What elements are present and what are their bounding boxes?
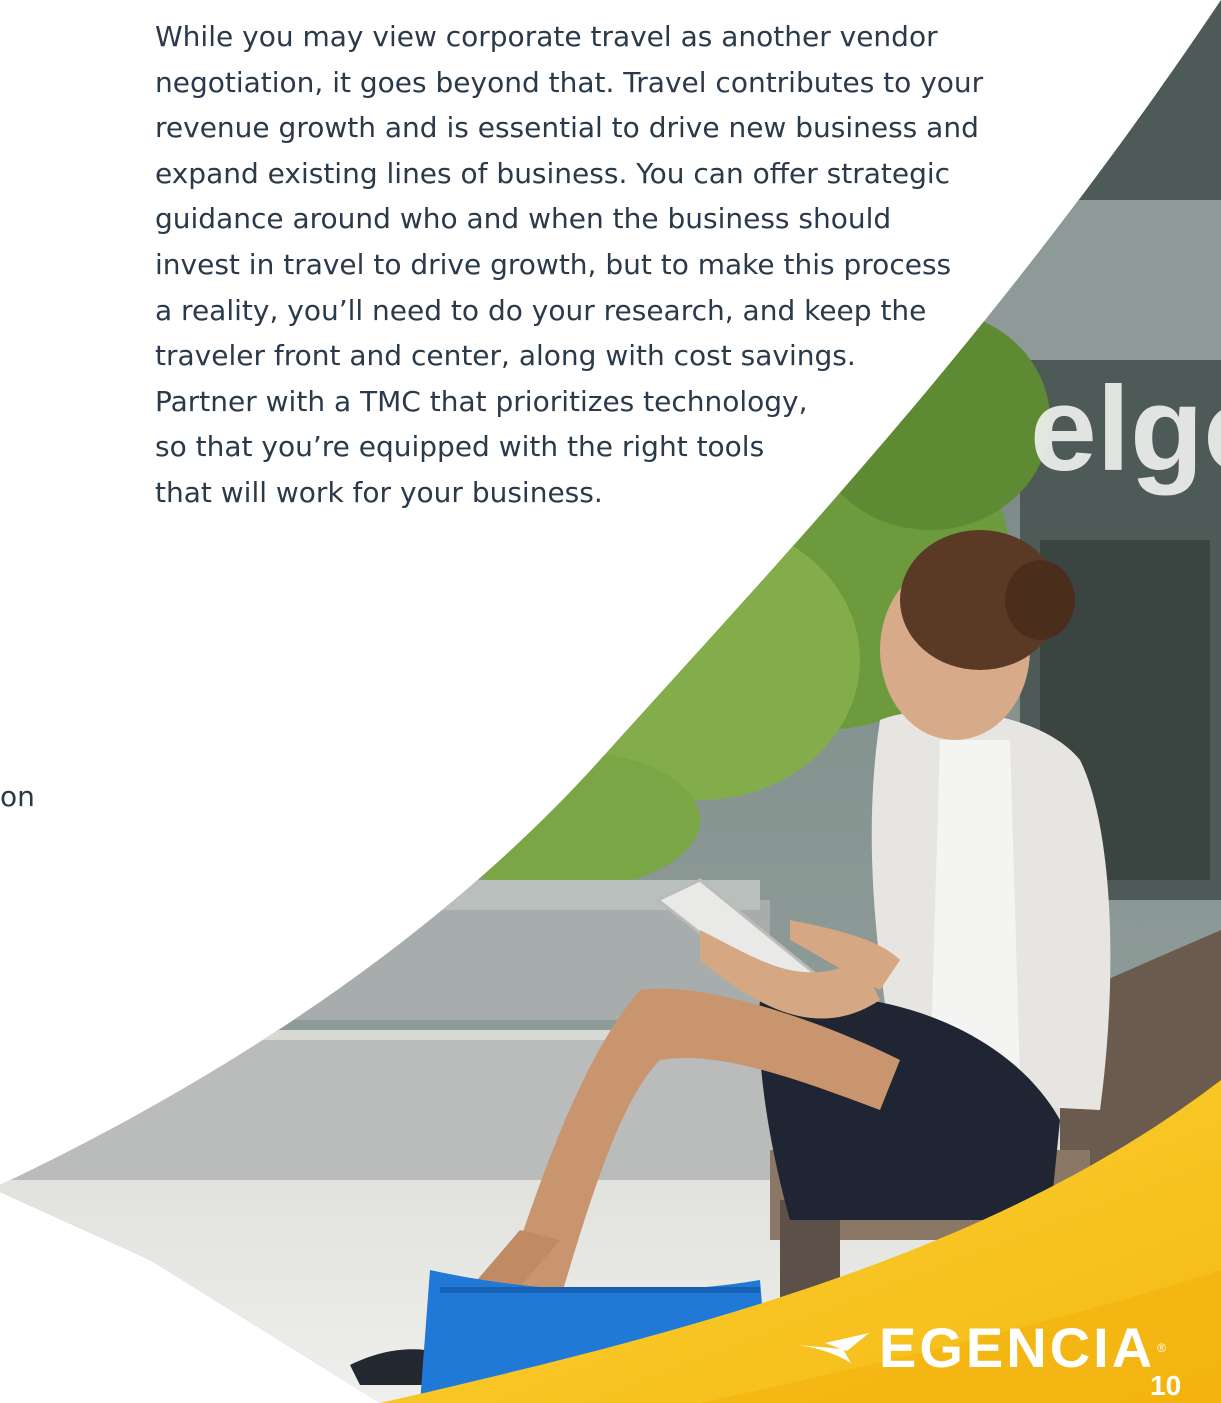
body-line: negotiation, it goes beyond that. Travel…	[155, 65, 984, 99]
brand-name: EGENCIA	[879, 1316, 1156, 1379]
body-line: revenue growth and is essential to drive…	[155, 111, 979, 145]
registered-mark: ®	[1157, 1341, 1166, 1355]
margin-text-fragment: on	[0, 780, 35, 813]
egencia-swoosh-icon	[797, 1333, 869, 1363]
body-line: traveler front and center, along with co…	[155, 339, 856, 373]
page-number: 10	[1150, 1370, 1182, 1401]
body-paragraph: While you may view corporate travel as a…	[155, 14, 1015, 516]
body-line: Partner with a TMC that prioritizes tech…	[155, 384, 808, 418]
body-line: invest in travel to drive growth, but to…	[155, 247, 952, 281]
body-line: While you may view corporate travel as a…	[155, 20, 938, 53]
photo-sign-text: elgo	[1030, 362, 1221, 496]
body-line: expand existing lines of business. You c…	[155, 156, 951, 190]
body-line: guidance around who and when the busines…	[155, 202, 892, 236]
body-line: so that you’re equipped with the right t…	[155, 430, 765, 464]
body-line: a reality, you’ll need to do your resear…	[155, 293, 927, 327]
body-line: that will work for your business.	[155, 475, 603, 509]
egencia-logo: EGENCIA ®	[795, 1318, 1166, 1378]
